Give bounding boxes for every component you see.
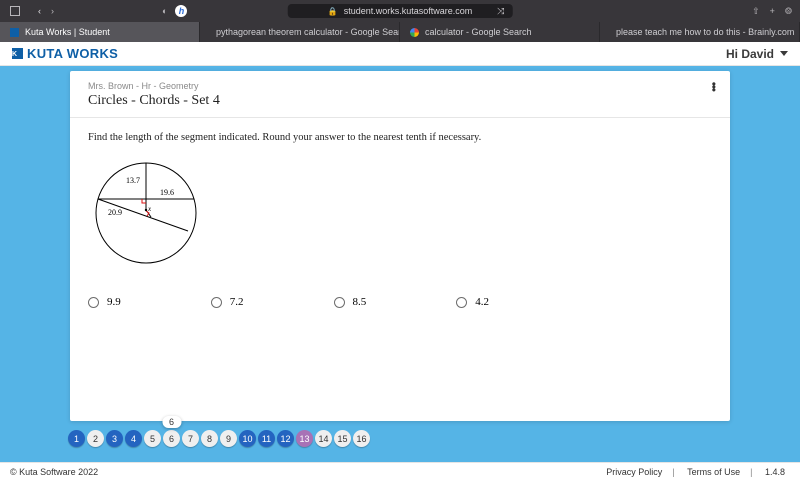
qnav-2[interactable]: 2 <box>87 430 104 447</box>
shield-icon[interactable]: ◐ <box>162 6 167 16</box>
new-tab-icon[interactable]: + <box>770 6 775 16</box>
google-favicon-icon <box>410 28 419 37</box>
forward-icon[interactable]: › <box>51 6 54 16</box>
honey-icon[interactable]: h <box>175 5 187 17</box>
brand-logo-icon: K <box>12 48 23 59</box>
sidebar-toggle-icon[interactable] <box>10 6 20 16</box>
breadcrumb: Mrs. Brown - Hr - Geometry <box>88 81 712 91</box>
qnav-10[interactable]: 10 <box>239 430 256 447</box>
tab-strip: Kuta Works | Student pythagorean theorem… <box>0 22 800 42</box>
qnav-11[interactable]: 11 <box>258 430 275 447</box>
label-a: 13.7 <box>126 176 140 185</box>
tab-label: calculator - Google Search <box>425 27 532 37</box>
qnav-14[interactable]: 14 <box>315 430 332 447</box>
divider <box>70 117 730 118</box>
qnav-15[interactable]: 15 <box>334 430 351 447</box>
reload-icon[interactable]: ⤨ <box>497 6 504 17</box>
share-icon[interactable]: ⇧ <box>752 6 760 17</box>
qnav-16[interactable]: 16 <box>353 430 370 447</box>
user-menu[interactable]: Hi David <box>726 47 788 61</box>
tab-google-1[interactable]: pythagorean theorem calculator - Google … <box>200 22 400 42</box>
choice-label: 8.5 <box>353 296 367 308</box>
tab-kuta[interactable]: Kuta Works | Student <box>0 22 200 42</box>
choice-label: 7.2 <box>230 296 244 308</box>
choice-a[interactable]: 9.9 <box>88 296 121 308</box>
tab-label: Kuta Works | Student <box>25 27 110 37</box>
kuta-favicon-icon <box>10 28 19 37</box>
choice-label: 9.9 <box>107 296 121 308</box>
qnav-7[interactable]: 7 <box>182 430 199 447</box>
app-header: K KUTA WORKS Hi David <box>0 42 800 66</box>
choice-c[interactable]: 8.5 <box>334 296 367 308</box>
qnav-13[interactable]: 13 <box>296 430 313 447</box>
qnav-1[interactable]: 1 <box>68 430 85 447</box>
tab-label: pythagorean theorem calculator - Google … <box>216 27 400 37</box>
footer: © Kuta Software 2022 Privacy Policy| Ter… <box>0 462 800 480</box>
assignment-title: Circles - Chords - Set 4 <box>88 93 712 109</box>
qnav-num: 6 <box>169 434 174 444</box>
label-b: 19.6 <box>160 188 174 197</box>
choice-b[interactable]: 7.2 <box>211 296 244 308</box>
qnav-9[interactable]: 9 <box>220 430 237 447</box>
address-bar[interactable]: 🔒 student.works.kutasoftware.com ⤨ <box>288 4 513 18</box>
qnav-tooltip: 6 <box>162 416 181 428</box>
choice-label: 4.2 <box>475 296 489 308</box>
qnav-3[interactable]: 3 <box>106 430 123 447</box>
question-nav: 1 2 3 4 5 6 6 7 8 9 10 11 12 13 14 15 16 <box>68 430 370 447</box>
qnav-12[interactable]: 12 <box>277 430 294 447</box>
radio-icon <box>456 297 467 308</box>
label-x: x <box>147 205 152 213</box>
card-menu-button[interactable]: ••• <box>712 83 716 92</box>
question-prompt: Find the length of the segment indicated… <box>88 132 712 143</box>
radio-icon <box>88 297 99 308</box>
chevron-down-icon <box>780 51 788 56</box>
radio-icon <box>334 297 345 308</box>
footer-privacy-link[interactable]: Privacy Policy <box>601 467 667 477</box>
brand-text: KUTA WORKS <box>27 46 118 61</box>
brand[interactable]: K KUTA WORKS <box>12 46 118 61</box>
lock-icon: 🔒 <box>328 7 338 16</box>
url-text: student.works.kutasoftware.com <box>344 6 473 16</box>
footer-copyright: © Kuta Software 2022 <box>10 467 98 477</box>
footer-version: 1.4.8 <box>760 467 790 477</box>
tab-label: please teach me how to do this - Brainly… <box>616 27 794 37</box>
qnav-8[interactable]: 8 <box>201 430 218 447</box>
back-icon[interactable]: ‹ <box>38 6 41 16</box>
tab-overview-icon[interactable]: ⨷ <box>785 6 792 17</box>
label-c: 20.9 <box>108 208 122 217</box>
tab-brainly[interactable]: please teach me how to do this - Brainly… <box>600 22 800 42</box>
browser-chrome: ‹ › ◐ h 🔒 student.works.kutasoftware.com… <box>0 0 800 42</box>
qnav-4[interactable]: 4 <box>125 430 142 447</box>
choice-d[interactable]: 4.2 <box>456 296 489 308</box>
qnav-6[interactable]: 6 6 <box>163 430 180 447</box>
radio-icon <box>211 297 222 308</box>
user-greeting: Hi David <box>726 47 774 61</box>
stage: Mrs. Brown - Hr - Geometry Circles - Cho… <box>0 66 800 462</box>
qnav-5[interactable]: 5 <box>144 430 161 447</box>
geometry-figure: 13.7 19.6 20.9 x <box>88 153 712 278</box>
answer-choices: 9.9 7.2 8.5 4.2 <box>88 296 712 308</box>
question-card: Mrs. Brown - Hr - Geometry Circles - Cho… <box>70 71 730 421</box>
tab-google-2[interactable]: calculator - Google Search <box>400 22 600 42</box>
footer-terms-link[interactable]: Terms of Use <box>682 467 745 477</box>
